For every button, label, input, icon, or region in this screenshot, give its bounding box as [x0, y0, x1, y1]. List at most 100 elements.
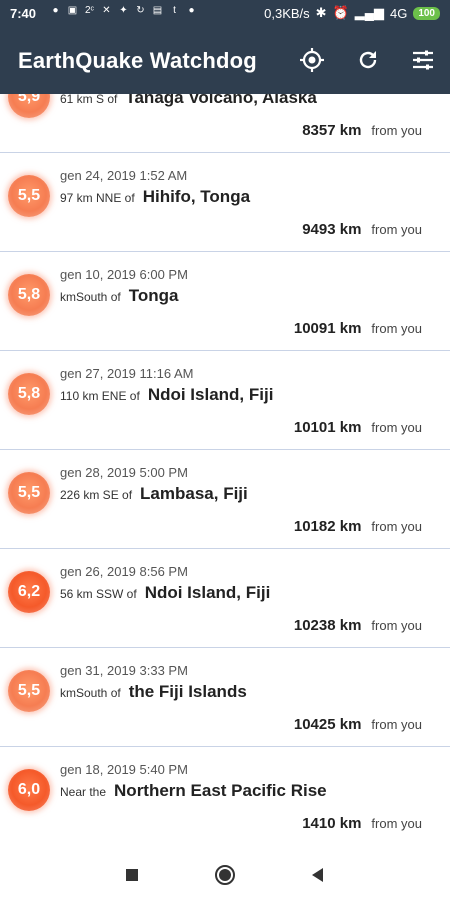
linkedin-icon: ▣ [67, 5, 78, 16]
quake-place: Tonga [128, 286, 179, 305]
quake-row[interactable]: 5,9 61 km S of Tanaga Volcano, Alaska 83… [0, 94, 450, 153]
quake-date: gen 18, 2019 5:40 PM [60, 762, 188, 777]
quake-date: gen 26, 2019 8:56 PM [60, 564, 188, 579]
quake-row[interactable]: 5,8 gen 27, 2019 11:16 AM 110 km ENE of … [0, 351, 450, 450]
sync-icon: ↻ [136, 5, 145, 16]
quake-distance-text: 97 km NNE of [60, 191, 135, 205]
twitter-icon: ✦ [119, 5, 128, 16]
status-bar: 7:40 ● ▣ 2ᶜ ✕ ✦ ↻ ▤ t ● 0,3KB/s ✱ ⏰ ▂▄▆ … [0, 0, 450, 28]
refresh-icon[interactable] [354, 46, 382, 74]
quake-row[interactable]: 6,2 gen 26, 2019 8:56 PM 56 km SSW of Nd… [0, 549, 450, 648]
magnitude-badge: 5,8 [8, 373, 50, 415]
distance-km: 8357 km [302, 122, 362, 139]
image-icon: ▤ [152, 5, 163, 16]
network-type: 4G [389, 5, 408, 21]
quake-distance-text: 226 km SE of [60, 488, 133, 502]
quake-row[interactable]: 6,0 gen 18, 2019 5:40 PM Near the Northe… [0, 747, 450, 845]
quake-place: Ndoi Island, Fiji [144, 583, 271, 602]
distance-from-user: 8357 km from you [302, 122, 422, 139]
distance-from-user: 9493 km from you [302, 221, 422, 238]
quake-place: Hihifo, Tonga [142, 187, 251, 206]
signal-icon: ▂▄▆ [354, 5, 384, 20]
distance-km: 10101 km [293, 419, 362, 436]
distance-from-user: 10101 km from you [294, 419, 422, 436]
location-target-icon[interactable] [298, 46, 326, 74]
network-speed: 0,3KB/s [264, 5, 310, 21]
magnitude-badge: 6,2 [8, 571, 50, 613]
quake-location: 226 km SE of Lambasa, Fiji [60, 484, 248, 504]
from-you-label: from you [371, 222, 422, 237]
earthquake-list[interactable]: 5,9 61 km S of Tanaga Volcano, Alaska 83… [0, 94, 450, 849]
quake-place: Tanaga Volcano, Alaska [125, 94, 317, 107]
quake-row[interactable]: 5,8 gen 10, 2019 6:00 PM kmSouth of Tong… [0, 252, 450, 351]
magnitude-badge: 6,0 [8, 769, 50, 811]
quake-location: kmSouth of Tonga [60, 286, 178, 306]
distance-km: 10091 km [293, 320, 362, 337]
distance-from-user: 10182 km from you [294, 518, 422, 535]
magnitude-badge: 5,5 [8, 472, 50, 514]
quake-place: the Fiji Islands [128, 682, 247, 701]
from-you-label: from you [371, 717, 422, 732]
tumblr-icon: t [173, 5, 176, 16]
quake-date: gen 10, 2019 6:00 PM [60, 267, 188, 282]
distance-km: 10425 km [293, 716, 362, 733]
battery-icon: 100 [413, 6, 440, 20]
magnitude-badge: 5,8 [8, 274, 50, 316]
distance-km: 9493 km [302, 221, 362, 238]
notification-dot-icon: ● [52, 5, 59, 16]
filter-settings-icon[interactable] [409, 46, 437, 74]
distance-from-user: 10091 km from you [294, 320, 422, 337]
notification-icon: 2ᶜ [84, 5, 95, 16]
distance-from-user: 10425 km from you [294, 716, 422, 733]
from-you-label: from you [371, 420, 422, 435]
distance-from-user: 1410 km from you [302, 815, 422, 832]
quake-row[interactable]: 5,5 gen 24, 2019 1:52 AM 97 km NNE of Hi… [0, 153, 450, 252]
quake-distance-text: 56 km SSW of [60, 587, 137, 601]
magnitude-badge: 5,5 [8, 670, 50, 712]
dot-icon: ● [188, 5, 195, 16]
quake-distance-text: 110 km ENE of [60, 389, 140, 403]
quake-place: Lambasa, Fiji [140, 484, 248, 503]
quake-location: Near the Northern East Pacific Rise [60, 781, 327, 801]
quake-date: gen 24, 2019 1:52 AM [60, 168, 188, 183]
recents-square-icon[interactable] [120, 863, 144, 887]
quake-location: 97 km NNE of Hihifo, Tonga [60, 187, 250, 207]
home-circle-icon[interactable] [213, 863, 237, 887]
status-time: 7:40 [10, 6, 37, 21]
tools-icon: ✕ [102, 5, 111, 16]
from-you-label: from you [371, 321, 422, 336]
status-right: 0,3KB/s ✱ ⏰ ▂▄▆ 4G 100 [264, 5, 440, 21]
quake-row[interactable]: 5,5 gen 31, 2019 3:33 PM kmSouth of the … [0, 648, 450, 747]
quake-place: Northern East Pacific Rise [114, 781, 327, 800]
from-you-label: from you [371, 618, 422, 633]
quake-place: Ndoi Island, Fiji [147, 385, 274, 404]
quake-location: 61 km S of Tanaga Volcano, Alaska [60, 94, 317, 108]
quake-distance-text: 61 km S of [60, 94, 118, 106]
quake-distance-text: kmSouth of [60, 290, 121, 304]
quake-distance-text: Near the [60, 785, 107, 799]
notification-icons: ● ▣ 2ᶜ ✕ ✦ ↻ ▤ t ● [50, 5, 197, 16]
quake-date: gen 31, 2019 3:33 PM [60, 663, 188, 678]
quake-distance-text: kmSouth of [60, 686, 121, 700]
distance-from-user: 10238 km from you [294, 617, 422, 634]
quake-location: kmSouth of the Fiji Islands [60, 682, 247, 702]
quake-date: gen 28, 2019 5:00 PM [60, 465, 188, 480]
magnitude-badge: 5,9 [8, 94, 50, 118]
app-bar: EarthQuake Watchdog [0, 28, 450, 94]
magnitude-badge: 5,5 [8, 175, 50, 217]
from-you-label: from you [371, 123, 422, 138]
quake-row[interactable]: 5,5 gen 28, 2019 5:00 PM 226 km SE of La… [0, 450, 450, 549]
back-triangle-icon[interactable] [306, 863, 330, 887]
bluetooth-icon: ✱ [315, 5, 327, 20]
system-nav-bar [0, 849, 450, 900]
from-you-label: from you [371, 816, 422, 831]
from-you-label: from you [371, 519, 422, 534]
distance-km: 10182 km [293, 518, 362, 535]
alarm-icon: ⏰ [332, 5, 349, 20]
quake-location: 110 km ENE of Ndoi Island, Fiji [60, 385, 273, 405]
distance-km: 1410 km [302, 815, 362, 832]
distance-km: 10238 km [293, 617, 362, 634]
quake-date: gen 27, 2019 11:16 AM [60, 366, 194, 381]
app-title: EarthQuake Watchdog [18, 48, 257, 73]
quake-location: 56 km SSW of Ndoi Island, Fiji [60, 583, 270, 603]
